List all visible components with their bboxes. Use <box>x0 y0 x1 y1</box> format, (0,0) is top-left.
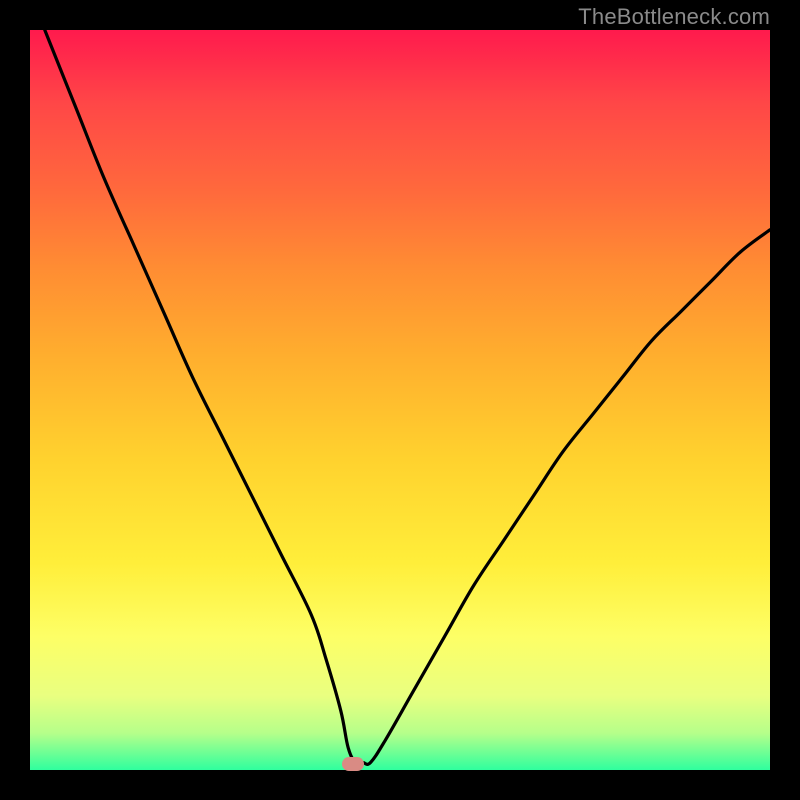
curve-path <box>45 30 770 764</box>
optimal-point-marker <box>342 757 364 771</box>
watermark-text: TheBottleneck.com <box>578 4 770 30</box>
chart-frame: TheBottleneck.com <box>0 0 800 800</box>
plot-area <box>30 30 770 770</box>
bottleneck-curve <box>30 30 770 770</box>
